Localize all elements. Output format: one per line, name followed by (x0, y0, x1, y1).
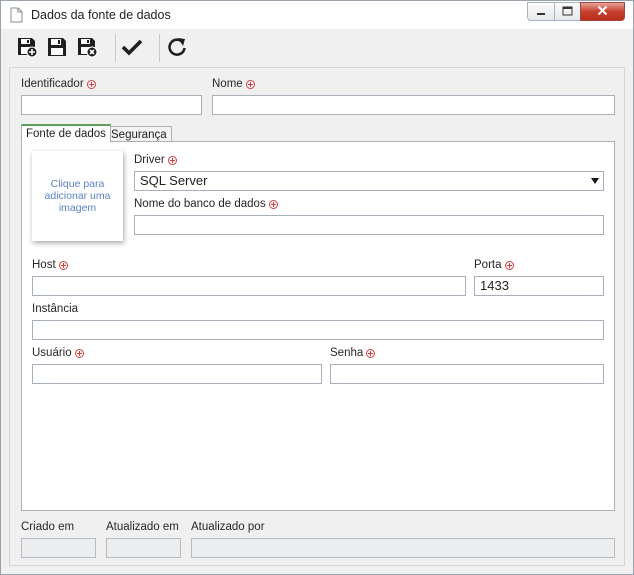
porta-input[interactable]: 1433 (474, 276, 604, 296)
driver-select[interactable]: SQL Server (134, 171, 604, 191)
atualizado-por-label-text: Atualizado por (191, 521, 265, 533)
instancia-input[interactable] (32, 320, 604, 340)
close-button[interactable] (580, 2, 625, 21)
title-bar: Dados da fonte de dados (1, 1, 633, 29)
save-button[interactable] (43, 33, 71, 63)
criado-em-label-text: Criado em (21, 521, 75, 533)
instancia-label: Instância (32, 303, 78, 315)
required-icon (74, 348, 84, 358)
close-icon (597, 5, 608, 19)
required-icon (366, 348, 376, 358)
minimize-button[interactable] (527, 2, 555, 21)
maximize-button[interactable] (554, 2, 581, 21)
required-icon (268, 199, 278, 209)
nome-input[interactable] (212, 95, 615, 115)
refresh-button[interactable] (163, 33, 191, 63)
database-label-text: Nome do banco de dados (134, 198, 266, 210)
senha-label-text: Senha (330, 347, 364, 359)
porta-label-text: Porta (474, 259, 502, 271)
maximize-icon (562, 5, 573, 19)
document-icon (10, 7, 23, 26)
usuario-label: Usuário (32, 347, 84, 359)
required-icon (86, 79, 96, 89)
atualizado-por-field (191, 538, 615, 558)
host-label-text: Host (32, 259, 56, 271)
host-input[interactable] (32, 276, 466, 296)
driver-value: SQL Server (140, 173, 208, 188)
required-icon (58, 260, 68, 270)
usuario-label-text: Usuário (32, 347, 72, 359)
toolbar-separator (115, 34, 116, 62)
identificador-input[interactable] (21, 95, 202, 115)
identificador-label: Identificador (21, 78, 96, 90)
database-input[interactable] (134, 215, 604, 235)
tab-fonte-de-dados[interactable]: Fonte de dados (21, 124, 111, 143)
minimize-icon (536, 5, 546, 19)
nome-label-text: Nome (212, 78, 243, 90)
window-title: Dados da fonte de dados (31, 8, 171, 22)
usuario-input[interactable] (32, 364, 322, 384)
save-new-button[interactable] (13, 33, 41, 63)
dropdown-arrow-icon (591, 178, 599, 184)
toolbar-separator (159, 34, 160, 62)
save-close-button[interactable] (73, 33, 101, 63)
save-icon (46, 36, 68, 61)
driver-label-text: Driver (134, 154, 165, 166)
porta-label: Porta (474, 259, 514, 271)
driver-label: Driver (134, 154, 177, 166)
senha-input[interactable] (330, 364, 604, 384)
database-label: Nome do banco de dados (134, 198, 278, 210)
required-icon (245, 79, 255, 89)
required-icon (167, 155, 177, 165)
dialog-window: Dados da fonte de dados Identificador No… (0, 0, 634, 575)
criado-em-field (21, 538, 96, 558)
identificador-label-text: Identificador (21, 78, 84, 90)
atualizado-em-label-text: Atualizado em (106, 521, 179, 533)
criado-em-label: Criado em (21, 521, 74, 533)
image-upload-area[interactable]: Clique para adicionar uma imagem (32, 151, 123, 241)
save-plus-icon (16, 36, 38, 61)
atualizado-por-label: Atualizado por (191, 521, 265, 533)
required-icon (504, 260, 514, 270)
atualizado-em-field (106, 538, 181, 558)
save-close-icon (76, 36, 98, 61)
tab-fonte-de-dados-label: Fonte de dados (26, 128, 106, 140)
refresh-icon (166, 36, 188, 61)
toolbar (9, 31, 625, 67)
checkmark-icon (121, 36, 143, 61)
senha-label: Senha (330, 347, 376, 359)
confirm-button[interactable] (118, 33, 146, 63)
atualizado-em-label: Atualizado em (106, 521, 179, 533)
tab-seguranca-label: Segurança (111, 129, 167, 141)
instancia-label-text: Instância (32, 303, 79, 315)
host-label: Host (32, 259, 68, 271)
nome-label: Nome (212, 78, 255, 90)
